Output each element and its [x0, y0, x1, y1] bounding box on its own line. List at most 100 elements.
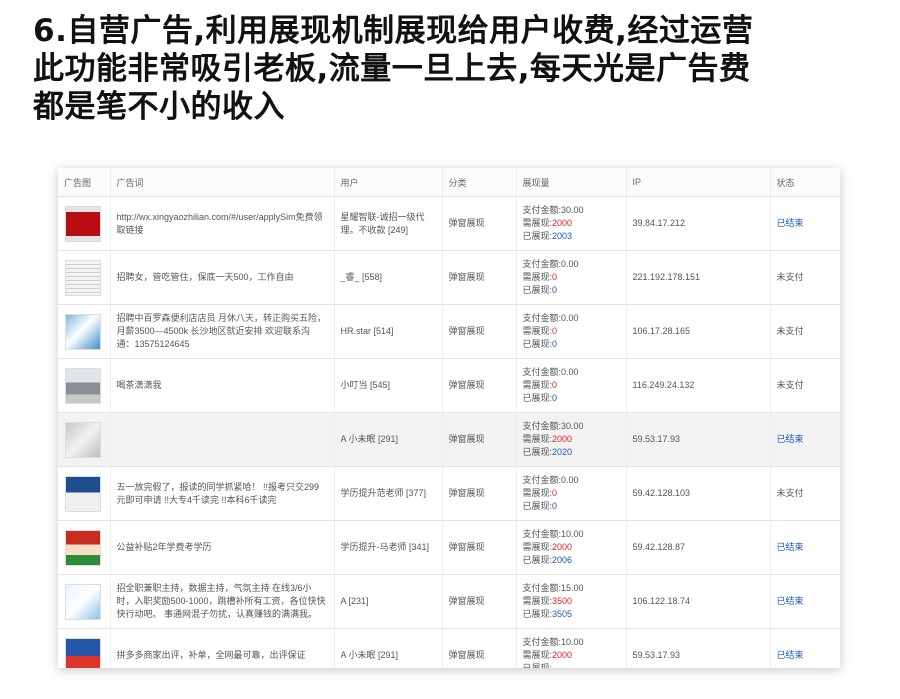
- shown-value: 2003: [552, 231, 573, 241]
- header-image: 广告图: [58, 168, 111, 197]
- ad-status-cell[interactable]: 已结束: [770, 628, 840, 668]
- required-label: 需展现:: [522, 380, 553, 390]
- shown-label: 已展现:: [522, 393, 553, 403]
- status-badge: 未支付: [776, 272, 804, 282]
- ad-thumbnail-image[interactable]: [65, 205, 101, 242]
- ad-user-cell: 小叮当 [545]: [334, 358, 443, 413]
- paid-value: 0.00: [561, 367, 579, 377]
- ad-words-cell: 公益补贴2年学费考学历: [110, 520, 335, 575]
- paid-amount-line: 支付金额:15.00: [523, 582, 620, 595]
- header-category: 分类: [442, 168, 517, 197]
- shown-line: 已展现:2020: [523, 446, 620, 459]
- ad-thumbnail-image[interactable]: [65, 421, 101, 458]
- status-badge[interactable]: 已结束: [777, 434, 804, 444]
- shown-value: 0: [552, 339, 558, 349]
- shown-value: 2020: [552, 447, 573, 457]
- required-label: 需展现:: [522, 272, 553, 282]
- ad-status-cell[interactable]: 已结束: [770, 520, 840, 575]
- ad-thumbnail-image[interactable]: [65, 529, 101, 566]
- required-label: 需展现:: [522, 488, 553, 498]
- ad-thumbnail-image[interactable]: [65, 367, 101, 404]
- ad-words-cell: 拼多多商家出评，补单，全网最可靠，出评保证: [110, 628, 335, 668]
- ad-thumbnail-image[interactable]: [65, 583, 101, 620]
- ad-thumbnail-image[interactable]: [65, 475, 101, 512]
- ad-category-cell: 弹窗展现: [442, 196, 517, 251]
- status-badge[interactable]: 已结束: [777, 596, 804, 606]
- required-line: 需展现:2000: [523, 433, 620, 446]
- shown-label: 已展现:: [522, 501, 553, 511]
- ad-thumbnail-image[interactable]: [65, 313, 101, 350]
- shown-label: 已展现:: [522, 231, 553, 241]
- paid-label: 支付金额:: [522, 421, 562, 431]
- required-value: 0: [552, 488, 558, 498]
- ad-category-cell: 弹窗展现: [442, 628, 517, 668]
- ad-user-cell: A 小未眠 [291]: [334, 412, 443, 467]
- headline-line-1: 6.自营广告,利用展现机制展现给用户收费,经过运营: [33, 13, 754, 49]
- required-line: 需展现:2000: [523, 649, 620, 662]
- paid-value: 30.00: [561, 421, 584, 431]
- ad-status-cell[interactable]: 已结束: [770, 412, 840, 467]
- table-header-row: 广告图 广告词 用户 分类 展现量 IP 状态: [58, 168, 840, 197]
- headline: 6.自营广告,利用展现机制展现给用户收费,经过运营 此功能非常吸引老板,流量一旦…: [33, 12, 893, 126]
- ad-category-cell: 弹窗展现: [442, 412, 517, 467]
- paid-value: 15.00: [561, 583, 584, 593]
- shown-line: 已展现:3505: [523, 608, 620, 621]
- required-line: 需展现:2000: [523, 541, 620, 554]
- paid-label: 支付金额:: [522, 259, 562, 269]
- ad-thumbnail-image[interactable]: [65, 637, 101, 668]
- ad-words-cell: 五一放完假了，报读的同学抓紧哈！ !!报考只交299元即可申请 !!大专4千读完…: [110, 466, 335, 521]
- ad-user-cell: A 小未眠 [291]: [334, 628, 443, 668]
- paid-label: 支付金额:: [522, 529, 562, 539]
- paid-amount-line: 支付金额:0.00: [523, 366, 620, 379]
- ad-ip-cell: 116.249.24.132: [626, 358, 771, 413]
- ad-thumbnail-image[interactable]: [65, 259, 101, 296]
- ad-user-cell: A [231]: [334, 574, 443, 629]
- status-badge[interactable]: 已结束: [777, 218, 804, 228]
- paid-value: 0.00: [561, 259, 579, 269]
- ad-category-cell: 弹窗展现: [442, 250, 517, 305]
- required-value: 2000: [552, 542, 573, 552]
- shown-label: 已展现:: [522, 339, 553, 349]
- required-line: 需展现:3500: [523, 595, 620, 608]
- paid-label: 支付金额:: [522, 475, 562, 485]
- ad-image-cell: [58, 196, 111, 251]
- paid-value: 0.00: [561, 475, 579, 485]
- header-ip: IP: [626, 168, 771, 197]
- ad-ip-cell: 59.42.128.87: [626, 520, 771, 575]
- paid-label: 支付金额:: [522, 205, 562, 215]
- required-line: 需展现:0: [523, 379, 620, 392]
- ad-words-cell: 招聘中百罗森便利店店员 月休八天，转正购买五险，月薪3500—4500k 长沙地…: [110, 304, 335, 359]
- ad-words-cell: 招聘女，管吃管住，保底一天500，工作自由: [110, 250, 335, 305]
- shown-value: 0: [552, 285, 558, 295]
- status-badge[interactable]: 已结束: [777, 542, 804, 552]
- required-value: 0: [552, 272, 558, 282]
- paid-label: 支付金额:: [522, 583, 562, 593]
- ad-impressions-cell: 支付金额:0.00 需展现:0 已展现:0: [516, 358, 627, 413]
- headline-line-3: 都是笔不小的收入: [33, 89, 285, 125]
- shown-value: 2006: [552, 555, 573, 565]
- ad-image-cell: [58, 466, 111, 521]
- paid-amount-line: 支付金额:10.00: [523, 528, 620, 541]
- shown-label: 已展现:: [522, 447, 553, 457]
- ad-status-cell: 未支付: [770, 304, 840, 359]
- paid-label: 支付金额:: [522, 313, 562, 323]
- required-label: 需展现:: [522, 596, 553, 606]
- ad-table-panel: 广告图 广告词 用户 分类 展现量 IP 状态 http://wx.xingya…: [58, 168, 840, 668]
- ad-words-cell: 招全职兼职主持，数据主持，气氛主持 在线3/6小时，入职奖励500-1000，跳…: [110, 574, 335, 629]
- ad-image-cell: [58, 412, 111, 467]
- ad-status-cell[interactable]: 已结束: [770, 574, 840, 629]
- required-value: 2000: [552, 434, 573, 444]
- paid-amount-line: 支付金额:0.00: [523, 474, 620, 487]
- required-line: 需展现:0: [523, 487, 620, 500]
- required-line: 需展现:2000: [523, 217, 620, 230]
- ad-impressions-cell: 支付金额:30.00 需展现:2000 已展现:2020: [516, 412, 627, 467]
- shown-line: 已展现:: [523, 662, 620, 668]
- ad-status-cell[interactable]: 已结束: [770, 196, 840, 251]
- shown-label: 已展现:: [522, 555, 553, 565]
- table-row: 招全职兼职主持，数据主持，气氛主持 在线3/6小时，入职奖励500-1000，跳…: [58, 574, 840, 629]
- paid-value: 0.00: [561, 313, 579, 323]
- shown-line: 已展现:0: [523, 338, 620, 351]
- required-value: 0: [552, 326, 558, 336]
- status-badge[interactable]: 已结束: [777, 650, 804, 660]
- header-status: 状态: [770, 168, 840, 197]
